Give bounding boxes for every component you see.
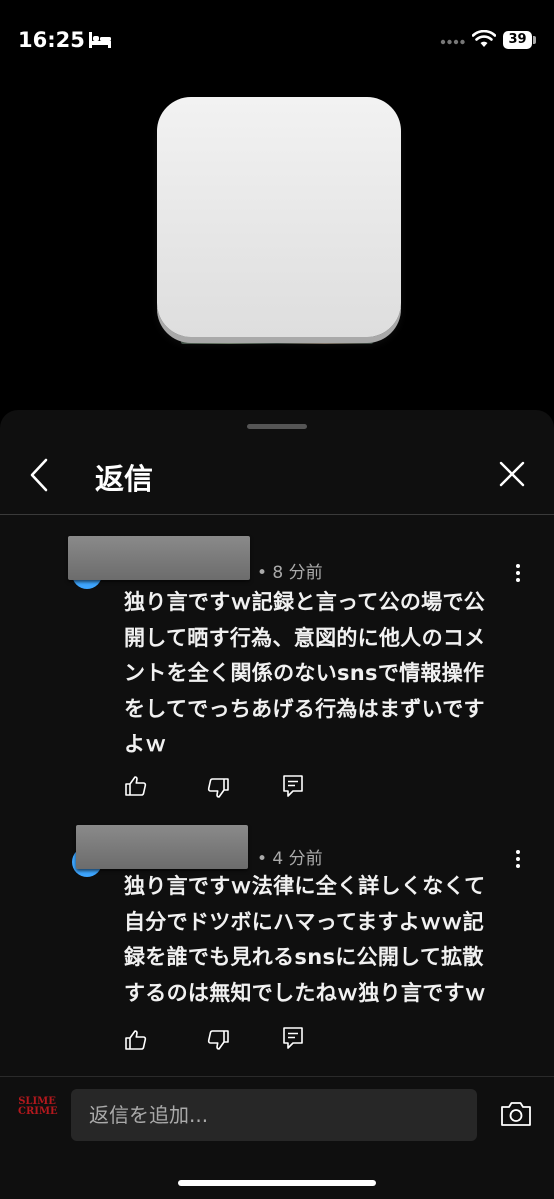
video-frame-strip xyxy=(181,336,373,344)
redacted-username xyxy=(68,536,250,580)
comment-line: 独り言ですｗ法律に全く詳しくなくて xyxy=(124,874,486,898)
reply-composer: SLIME CRIME xyxy=(0,1076,554,1199)
close-icon[interactable] xyxy=(498,460,526,488)
thumb-up-icon[interactable] xyxy=(124,1028,148,1052)
drag-handle[interactable] xyxy=(247,424,307,429)
comment-line: するのは無知でしたねｗ独り言ですｗ xyxy=(124,980,487,1005)
chevron-left-icon[interactable] xyxy=(28,458,50,492)
status-bar: 16:25 39 xyxy=(0,0,554,80)
thumb-down-icon[interactable] xyxy=(206,1028,230,1052)
comment-time: • 8 分前 xyxy=(257,563,323,583)
battery-nub xyxy=(533,36,536,44)
comment-time: • 4 分前 xyxy=(257,849,323,869)
bed-icon xyxy=(89,32,111,48)
thumb-down-icon[interactable] xyxy=(206,776,230,800)
comment-line: よｗ xyxy=(124,732,167,756)
sheet-title: 返信 xyxy=(95,462,154,496)
user-avatar[interactable]: SLIME CRIME xyxy=(18,1096,58,1131)
home-indicator xyxy=(178,1180,376,1186)
avatar-logo-text: SLIME CRIME xyxy=(18,1096,58,1117)
comment-line: をしてでっちあげる行為はまずいです xyxy=(124,696,485,721)
cellular-signal-icon xyxy=(440,39,465,45)
reply-icon[interactable] xyxy=(282,774,304,798)
more-vertical-icon[interactable] xyxy=(512,564,524,586)
comment-text: 独り言ですｗ記録と言って公の場で公 開して晒す行為、意図的に他人のコメ ントを全… xyxy=(124,585,516,763)
thumb-up-icon[interactable] xyxy=(124,774,148,798)
battery-indicator: 39 xyxy=(503,31,532,49)
comment-line: 開して晒す行為、意図的に他人のコメ xyxy=(124,625,486,650)
wifi-icon xyxy=(472,30,496,47)
camera-icon[interactable] xyxy=(500,1101,532,1127)
sheet-header: 返信 xyxy=(0,440,554,514)
header-divider xyxy=(0,514,554,515)
redacted-username xyxy=(76,825,248,869)
comment-line: ントを全く関係のないsnsで情報操作 xyxy=(124,661,485,685)
video-player[interactable] xyxy=(0,80,554,410)
video-thumbnail xyxy=(157,97,401,337)
comment-line: 自分でドツボにハマってますよｗｗ記 xyxy=(124,909,484,934)
status-time: 16:25 xyxy=(18,28,85,52)
reply-input[interactable] xyxy=(71,1089,477,1141)
comment-line: 録を誰でも見れるsnsに公開して拡散 xyxy=(124,945,484,969)
comment-line: 独り言ですｗ記録と言って公の場で公 xyxy=(124,590,486,614)
reply-icon[interactable] xyxy=(282,1026,304,1050)
comment-text: 独り言ですｗ法律に全く詳しくなくて 自分でドツボにハマってますよｗｗ記 録を誰で… xyxy=(124,869,516,1011)
